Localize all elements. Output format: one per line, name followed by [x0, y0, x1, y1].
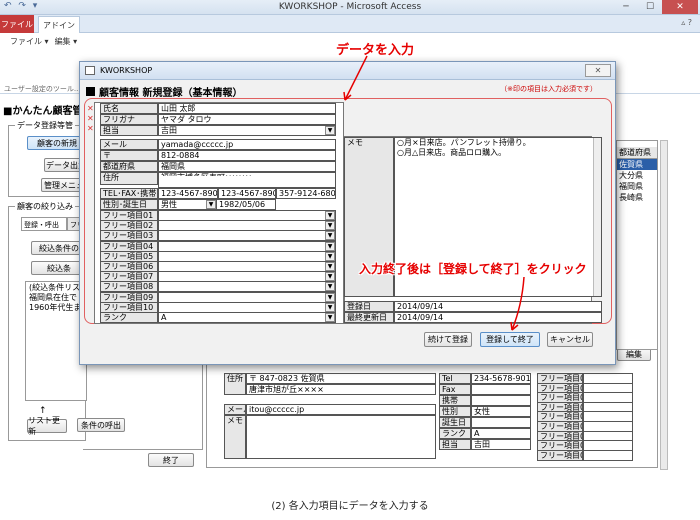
callout-arrows: [343, 55, 525, 331]
figure-caption: (2) 各入力項目にデータを入力する: [271, 501, 429, 512]
